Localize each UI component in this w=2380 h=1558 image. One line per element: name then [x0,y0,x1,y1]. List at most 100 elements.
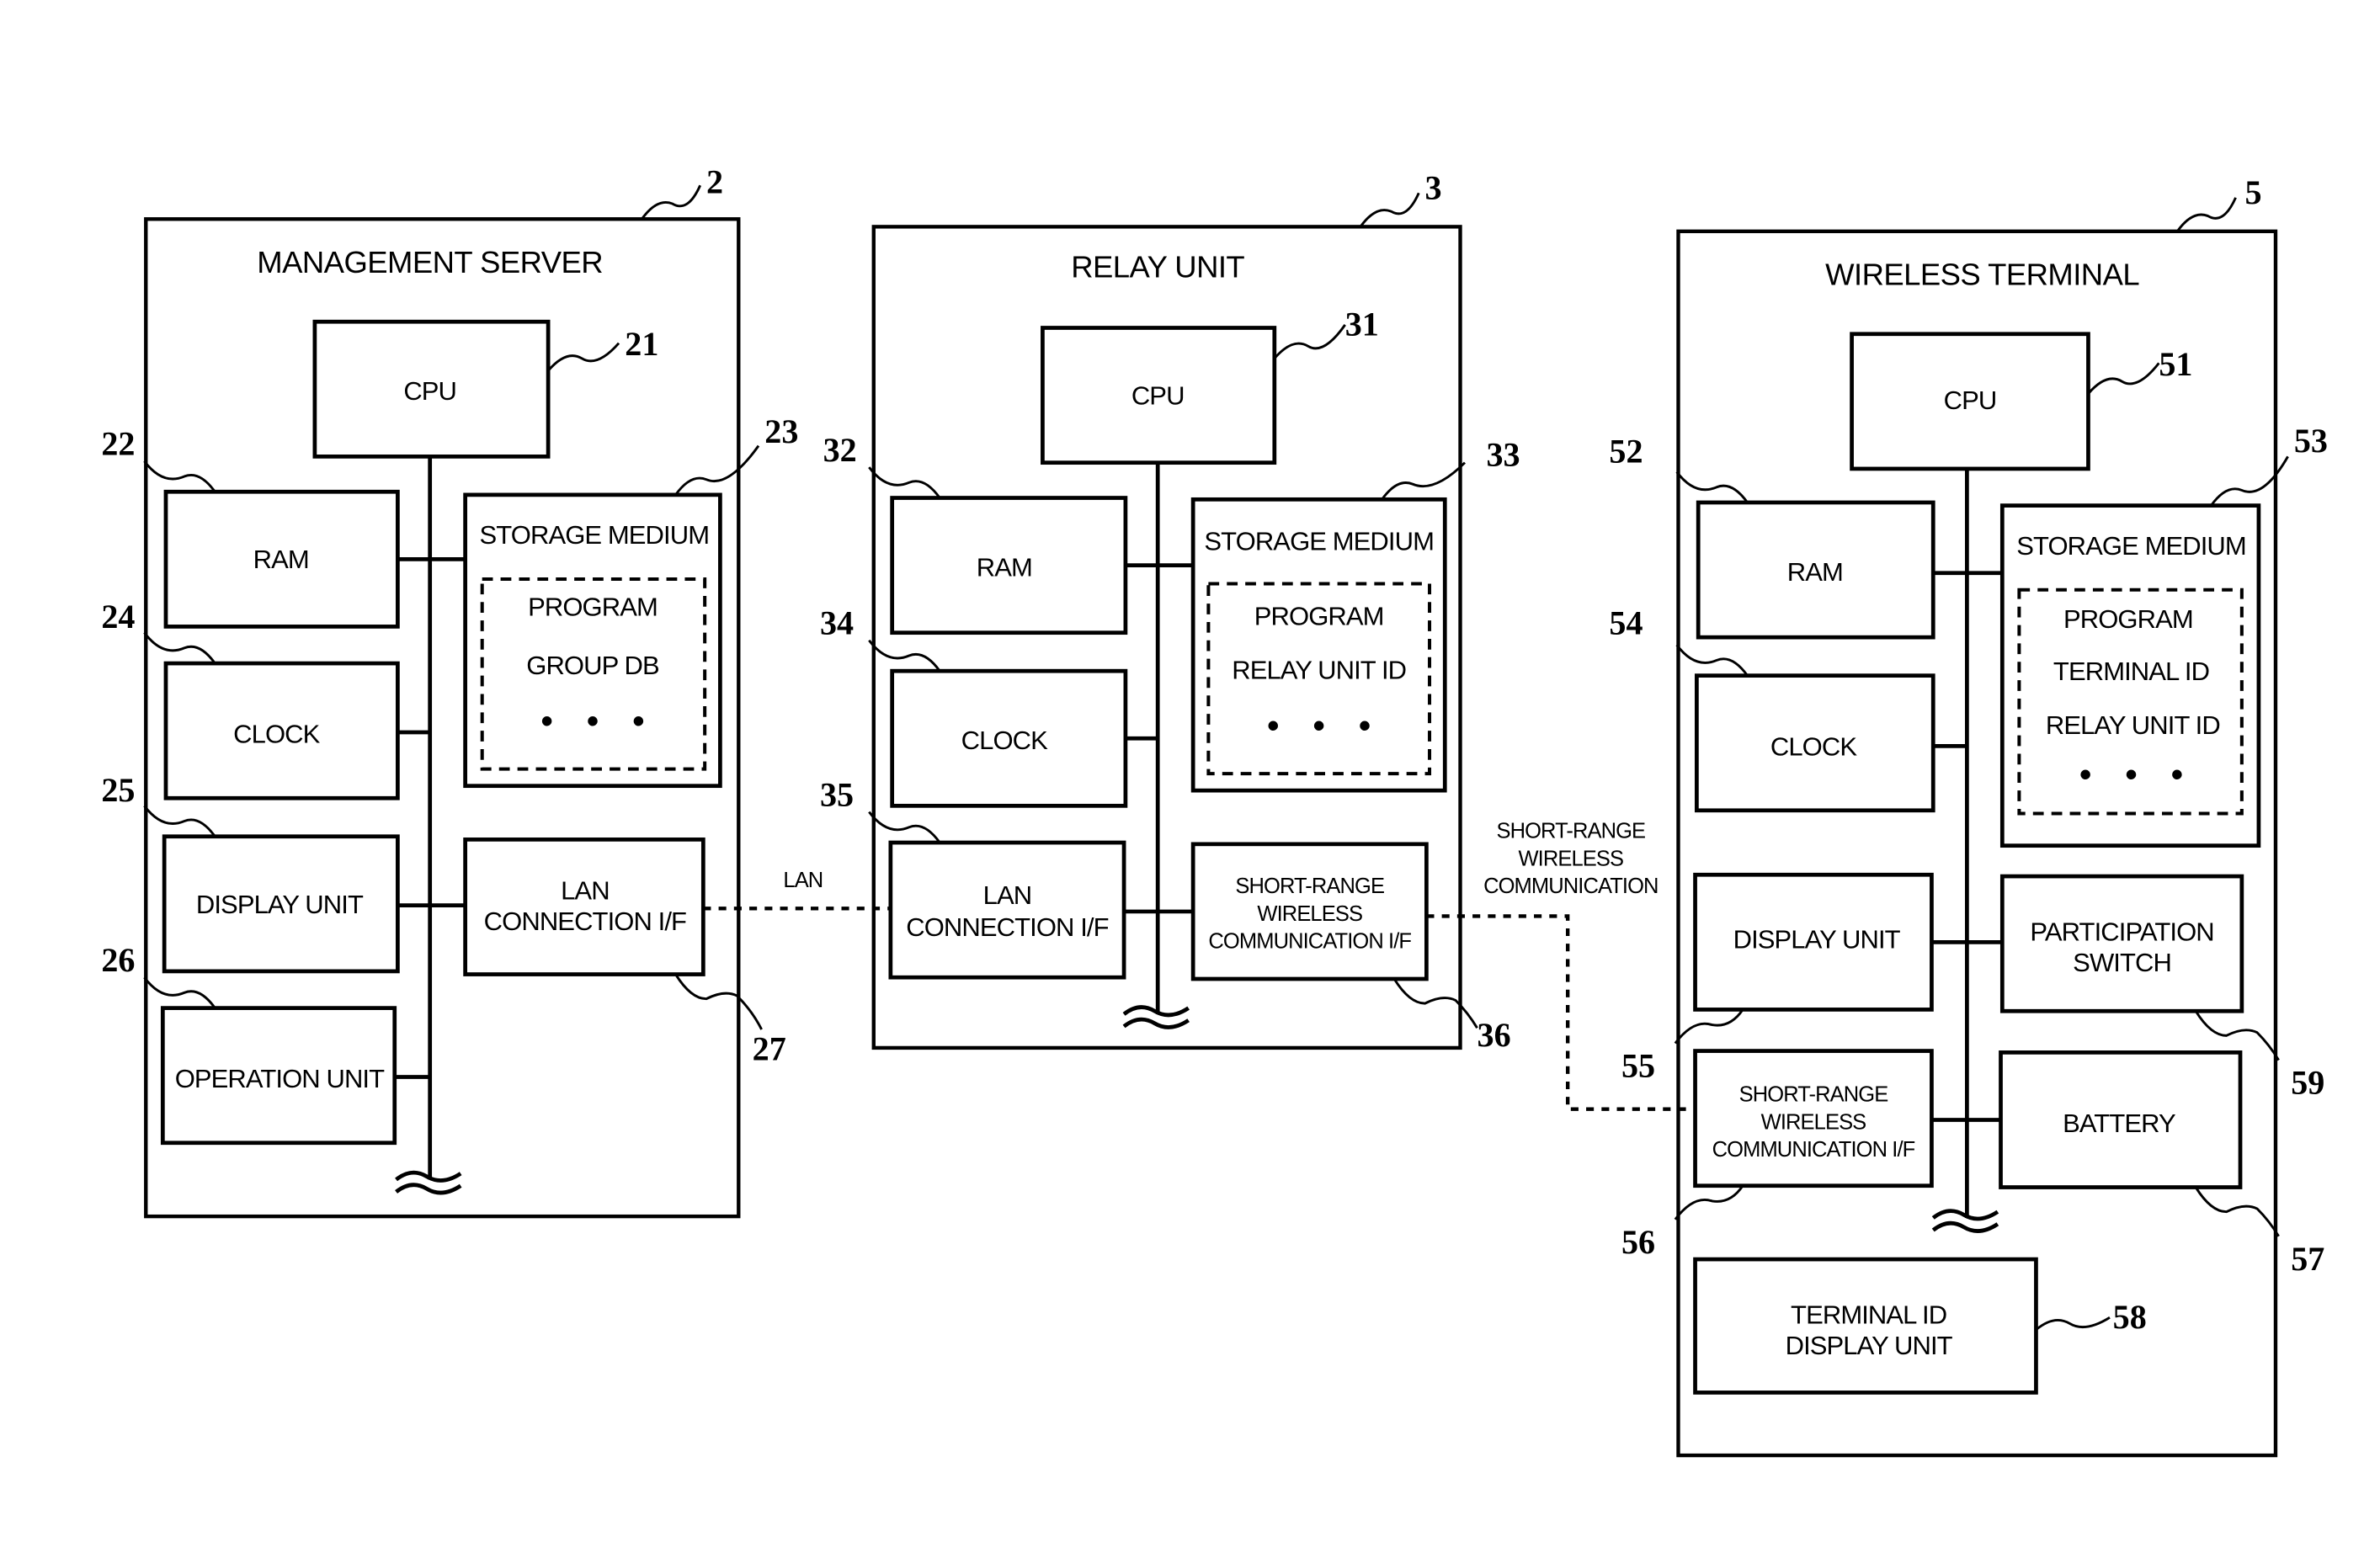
cpu-label: CPU [403,376,456,406]
ram-label: RAM [977,552,1032,582]
ref-leader [2194,1186,2280,1237]
display-unit-label: DISPLAY UNIT [1733,925,1901,954]
ref-numeral: 35 [820,775,854,813]
bus-break-symbol [1122,1005,1190,1029]
short-range-link-label-line: SHORT-RANGE [1496,820,1645,843]
storage-ellipsis: • • • [1267,707,1382,744]
ref-numeral: 57 [2291,1240,2324,1278]
ref-leader [1273,324,1346,359]
ref-numeral: 51 [2159,345,2192,383]
lan-connection-if-box [888,840,1126,980]
short-range-if-label-line: SHORT-RANGE [1235,875,1384,898]
clock-label: CLOCK [233,720,321,749]
lan-if-label-line: CONNECTION I/F [484,907,686,936]
battery-label: BATTERY [2063,1109,2175,1138]
storage-ellipsis: • • • [2079,757,2195,794]
short-range-if-label-line: COMMUNICATION I/F [1208,930,1411,954]
ref-leader [143,631,216,664]
storage-item: TERMINAL ID [2053,657,2209,686]
storage-item: PROGRAM [1254,602,1384,631]
clock-label: CLOCK [1770,731,1858,761]
ref-leader [143,805,216,837]
ref-numeral: 56 [1621,1223,1655,1261]
ref-numeral: 25 [101,771,135,809]
short-range-if-label-line: WIRELESS [1761,1110,1866,1134]
terminal-id-display-label-line: TERMINAL ID [1791,1300,1946,1330]
ref-leader [143,460,216,493]
ref-numeral: 27 [753,1030,786,1068]
ref-leader [674,444,760,496]
ref-numeral: 36 [1478,1016,1511,1054]
ref-leader [868,811,941,843]
ref-numeral: 26 [101,941,135,979]
ref-numeral: 31 [1345,306,1379,343]
storage-medium-label: STORAGE MEDIUM [2016,531,2246,561]
ref-leader [1359,192,1420,228]
ram-label: RAM [1787,557,1843,587]
ref-leader [868,639,941,673]
management-server-block: MANAGEMENT SERVER 2 CPU 21 RAM 22 STORAG… [101,162,798,1219]
ref-leader [1675,471,1749,503]
ref-numeral: 54 [1609,604,1643,642]
display-unit-label: DISPLAY UNIT [196,890,364,919]
short-range-link-label-line: WIRELESS [1519,847,1624,870]
terminal-id-display-label-line: DISPLAY UNIT [1786,1331,1953,1360]
ref-numeral: 53 [2294,422,2328,460]
ref-numeral: 32 [823,431,857,469]
ref-numeral: 2 [706,162,723,200]
ref-leader [2035,1316,2111,1331]
storage-medium-label: STORAGE MEDIUM [480,520,710,550]
ref-numeral: 55 [1621,1047,1655,1085]
lan-link-label: LAN [783,869,823,892]
relay-unit-title: RELAY UNIT [1071,249,1244,284]
storage-item: PROGRAM [528,593,658,622]
ref-numeral: 21 [625,325,658,363]
short-range-link-label-line: COMMUNICATION [1483,875,1658,898]
short-range-if-label-line: WIRELESS [1257,902,1362,926]
ref-leader [1674,1008,1744,1045]
ref-numeral: 5 [2244,173,2261,211]
storage-medium-label: STORAGE MEDIUM [1204,526,1434,556]
wireless-terminal-block: WIRELESS TERMINAL 5 CPU 51 RAM 52 STORAG… [1609,173,2328,1458]
ref-numeral: 24 [101,598,135,635]
ref-leader [868,466,941,499]
operation-unit-label: OPERATION UNIT [175,1064,385,1093]
storage-item: RELAY UNIT ID [2046,710,2220,740]
ref-numeral: 22 [101,425,135,463]
short-range-if-label-line: SHORT-RANGE [1739,1083,1888,1107]
ref-leader [2176,197,2237,232]
ref-leader [1392,978,1478,1029]
relay-unit-block: RELAY UNIT 3 CPU 31 RAM 32 STORAGE MEDIU… [820,169,1520,1054]
ref-leader [674,973,763,1030]
storage-item: RELAY UNIT ID [1232,655,1406,684]
wireless-terminal-title: WIRELESS TERMINAL [1825,258,2139,292]
ref-numeral: 58 [2113,1298,2147,1336]
storage-item: PROGRAM [2063,604,2193,634]
participation-switch-label-line: SWITCH [2073,948,2171,977]
ref-numeral: 33 [1487,435,1520,473]
ref-numeral: 34 [820,604,854,642]
system-block-diagram: MANAGEMENT SERVER 2 CPU 21 RAM 22 STORAG… [101,162,2328,1458]
participation-switch-label-line: PARTICIPATION [2030,917,2213,947]
ref-leader [1675,644,1749,677]
management-server-title: MANAGEMENT SERVER [257,245,603,279]
bus-break-symbol [1931,1209,1999,1233]
clock-label: CLOCK [961,726,1049,755]
ref-leader [143,976,216,1009]
bus-break-symbol [395,1170,462,1195]
ref-leader [641,184,702,221]
ref-leader [1381,461,1467,501]
lan-if-label-line: LAN [983,880,1032,910]
storage-item: GROUP DB [526,651,659,680]
ref-leader [2087,362,2160,395]
storage-ellipsis: • • • [541,703,657,740]
short-range-if-label-line: COMMUNICATION I/F [1712,1138,1915,1162]
ref-numeral: 52 [1609,433,1643,471]
ram-label: RAM [253,545,309,574]
lan-if-label-line: CONNECTION I/F [906,912,1108,942]
ref-numeral: 3 [1425,169,1442,207]
ref-numeral: 59 [2291,1064,2324,1102]
ref-leader [1674,1184,1744,1220]
ref-numeral: 23 [764,412,798,450]
ref-leader [547,342,620,372]
